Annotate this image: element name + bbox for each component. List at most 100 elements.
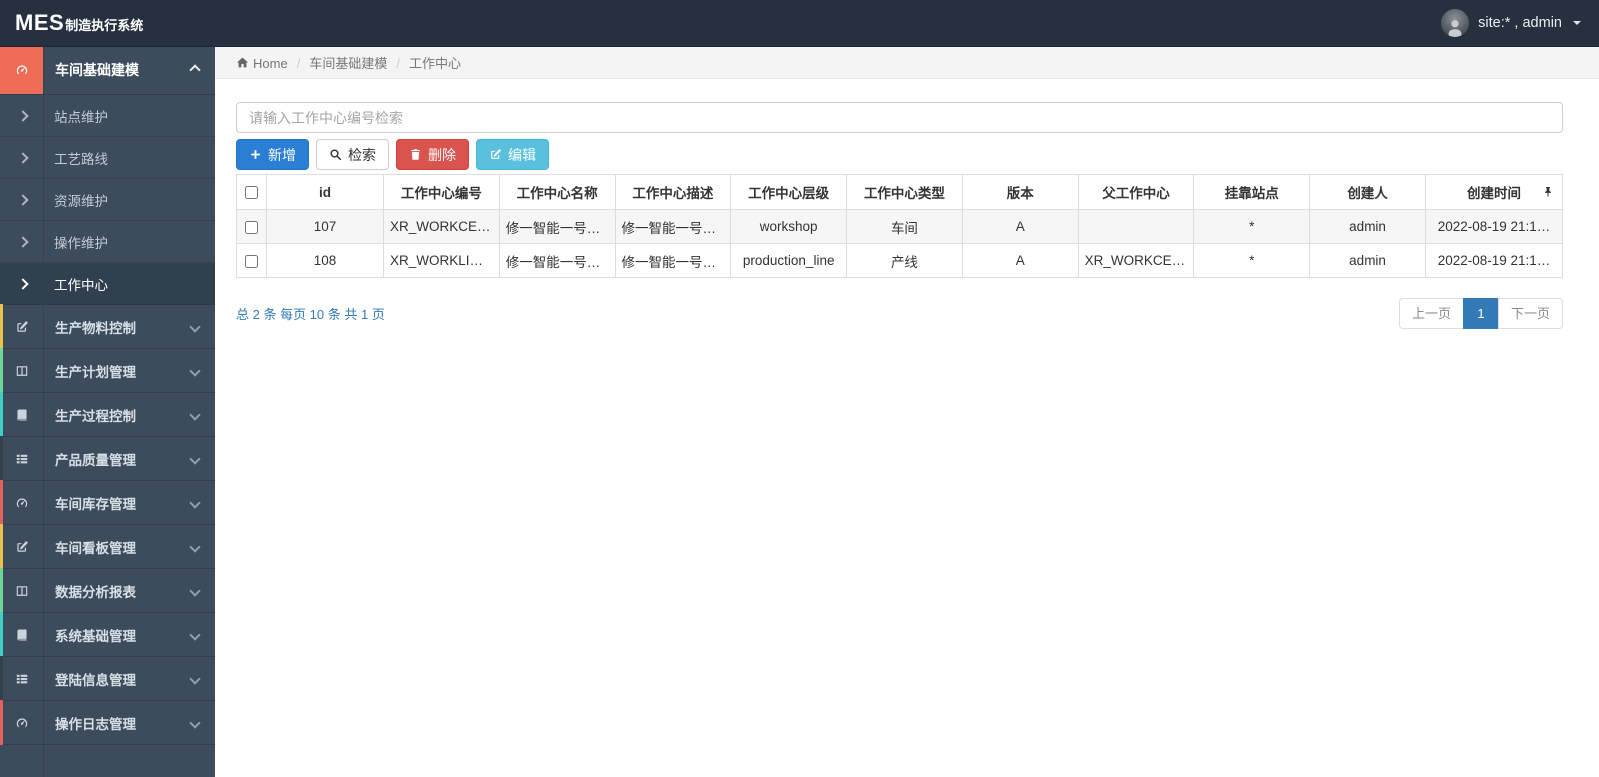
next-page-button[interactable]: 下一页: [1497, 298, 1563, 329]
table-cell: 产线: [846, 243, 963, 278]
table-cell: 修一智能一号车间: [498, 209, 616, 244]
column-header[interactable]: id: [266, 174, 384, 210]
page-number-button[interactable]: 1: [1462, 298, 1499, 329]
chevron-down-icon: [189, 672, 201, 685]
chevron-right-icon: [17, 277, 29, 290]
column-header[interactable]: 工作中心类型: [846, 174, 963, 210]
search-button[interactable]: 检索: [316, 139, 389, 170]
table-cell: 车间: [846, 209, 963, 244]
table-cell: [1077, 209, 1195, 244]
column-header[interactable]: 父工作中心: [1077, 174, 1195, 210]
sidebar-item[interactable]: 生产计划管理: [0, 348, 215, 393]
chevron-right-icon: [17, 109, 29, 122]
sidebar-subitem[interactable]: 资源维护: [0, 179, 215, 221]
column-header[interactable]: 工作中心描述: [614, 174, 732, 210]
pagination-bar: 总 2 条 每页 10 条 共 1 页 上一页 1 下一页: [236, 298, 1563, 329]
table-cell: A: [961, 243, 1079, 278]
breadcrumb-item[interactable]: 车间基础建模: [309, 56, 387, 71]
sidebar-subitem[interactable]: 站点维护: [0, 95, 215, 137]
columns-icon: [0, 584, 43, 598]
sidebar-item-label: 系统基础管理: [55, 628, 136, 644]
sidebar-item[interactable]: 车间库存管理: [0, 480, 215, 525]
column-header[interactable]: 工作中心层级: [730, 174, 848, 210]
chevron-right-icon: [17, 235, 29, 248]
sidebar-item[interactable]: 生产过程控制: [0, 392, 215, 437]
list-icon: [0, 452, 43, 466]
table-cell: 修一智能一号车间: [614, 209, 732, 244]
user-label: site:* , admin: [1478, 15, 1562, 31]
sidebar-item[interactable]: 车间看板管理: [0, 524, 215, 569]
sidebar-item[interactable]: 产品质量管理: [0, 436, 215, 481]
accent-strip: [0, 392, 3, 437]
column-header[interactable]: 创建人: [1309, 174, 1426, 210]
accent-strip: [0, 348, 3, 393]
column-header[interactable]: 创建时间: [1425, 174, 1563, 210]
breadcrumb-item[interactable]: Home: [253, 56, 288, 71]
page-body: 新增 检索 删除 编辑 id 工作中心编号 工作中心名称 工作中心描述 工作中心层级 工作中心类…: [215, 102, 1599, 329]
column-header[interactable]: 工作中心名称: [498, 174, 616, 210]
table-cell: admin: [1309, 243, 1426, 278]
breadcrumb-item: 工作中心: [408, 55, 461, 71]
chevron-down-icon: [189, 320, 201, 333]
column-header-label: 挂靠站点: [1224, 186, 1279, 201]
column-header-label: 工作中心类型: [863, 186, 945, 201]
table-cell: XR_WORKLINE…: [383, 243, 500, 278]
sidebar-menu: 生产物料控制 生产计划管理生产过程控制产品质量管理车间库存管理车间看板管理 数据分析…: [0, 304, 215, 745]
sidebar-item-label: 车间基础建模: [55, 62, 139, 78]
sidebar-item[interactable]: 系统基础管理: [0, 612, 215, 657]
chevron-down-icon: [189, 408, 201, 421]
row-select-cell: [236, 243, 267, 278]
delete-button[interactable]: 删除: [396, 139, 469, 170]
pin-icon[interactable]: [1542, 186, 1554, 198]
trash-icon: [409, 148, 422, 161]
accent-strip: [0, 700, 3, 745]
sidebar-subitem[interactable]: 操作维护: [0, 221, 215, 263]
accent-strip: [0, 480, 3, 525]
column-header-label: 工作中心描述: [632, 186, 714, 201]
sidebar-subitem[interactable]: 工艺路线: [0, 137, 215, 179]
table-cell: 108: [266, 243, 384, 278]
edit-button[interactable]: 编辑: [476, 139, 549, 170]
sidebar-item[interactable]: 生产物料控制: [0, 304, 215, 349]
chevron-down-icon: [189, 716, 201, 729]
sidebar-item-label: 车间库存管理: [55, 496, 136, 512]
sidebar-item[interactable]: 操作日志管理: [0, 700, 215, 745]
table-cell: A: [961, 209, 1079, 244]
column-header-label: 父工作中心: [1102, 186, 1170, 201]
select-all-checkbox[interactable]: [245, 186, 258, 200]
table-row[interactable]: 108 XR_WORKLINE… 修一智能一号S… 修一智能一号S… productio…: [236, 243, 1563, 278]
chevron-down-icon: [189, 452, 201, 465]
list-icon: [0, 672, 43, 686]
table-cell: *: [1193, 243, 1311, 278]
sidebar-item-label: 登陆信息管理: [55, 672, 136, 688]
caret-down-icon: [1573, 21, 1581, 25]
user-menu[interactable]: site:* , admin: [1441, 9, 1599, 37]
top-navbar: MES 制造执行系统 site:* , admin: [0, 0, 1599, 47]
column-header-label: 工作中心名称: [516, 186, 598, 201]
table-cell: admin: [1309, 209, 1426, 244]
column-header[interactable]: 工作中心编号: [383, 174, 500, 210]
app-logo[interactable]: MES 制造执行系统: [0, 10, 143, 36]
prev-page-button[interactable]: 上一页: [1398, 298, 1464, 329]
chevron-up-icon: [189, 64, 201, 76]
app-logo-secondary: 制造执行系统: [65, 18, 144, 33]
sidebar-subitem-label: 资源维护: [54, 193, 108, 209]
sidebar-subitem[interactable]: 工作中心: [0, 263, 215, 305]
column-header[interactable]: 版本: [961, 174, 1079, 210]
table-row[interactable]: 107 XR_WORKCEN… 修一智能一号车间 修一智能一号车间 workshop 车间…: [236, 209, 1563, 244]
search-input[interactable]: [236, 102, 1563, 133]
sidebar-item-label: 生产过程控制: [55, 408, 136, 424]
sidebar-item[interactable]: 数据分析报表: [0, 568, 215, 613]
row-checkbox[interactable]: [245, 254, 258, 268]
edit-square-icon: [489, 148, 502, 161]
sidebar-item[interactable]: 登陆信息管理: [0, 656, 215, 701]
plus-icon: [249, 148, 262, 161]
button-label: 检索: [348, 146, 376, 163]
table-cell: 107: [266, 209, 384, 244]
column-header[interactable]: 挂靠站点: [1193, 174, 1311, 210]
sidebar-item-workshop-modeling[interactable]: 车间基础建模: [0, 46, 215, 95]
column-header-label: 工作中心编号: [400, 186, 482, 201]
chevron-down-icon: [189, 540, 201, 553]
add-button[interactable]: 新增: [236, 139, 309, 170]
row-checkbox[interactable]: [245, 220, 258, 234]
